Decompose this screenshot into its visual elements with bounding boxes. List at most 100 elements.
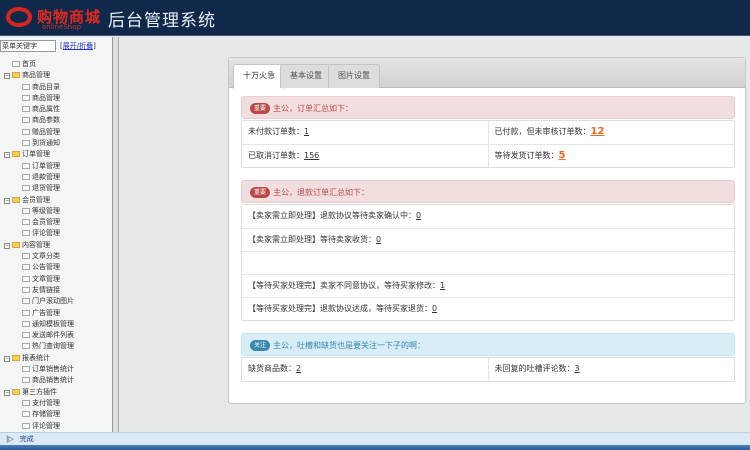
table-row: 【卖家需立即处理】等待卖家收货：0 [242,228,734,251]
menu-search-input[interactable]: 菜单关键字 [0,40,56,52]
menu-item[interactable]: 退货管理 [0,183,113,194]
stat-label: 【卖家需立即处理】退款协议等待卖家确认中： [248,211,416,220]
folder-icon [12,72,20,79]
collapse-toggle-icon[interactable]: − [4,389,10,396]
page-icon [22,173,30,180]
menu-item-label: 赠品管理 [32,127,60,136]
menu-item[interactable]: 评论管理 [0,228,113,239]
menu-item-label: 等级管理 [32,206,60,215]
menu-item[interactable]: 文章分类 [0,251,113,262]
collapse-toggle-icon[interactable]: − [4,242,10,249]
menu-item[interactable]: 商品管理 [0,93,113,104]
menu-item[interactable]: 订单管理 [0,161,113,172]
menu-item-label: 存储管理 [32,410,60,419]
menu-item-label: 订单管理 [22,150,50,159]
menu-item[interactable]: − 内容管理 [0,240,113,251]
expand-collapse-link[interactable]: 展开/折叠 [63,42,93,50]
stat-value-link[interactable]: 3 [575,364,580,373]
tab-urgent[interactable]: 十万火急 [233,64,285,89]
menu-item[interactable]: − 商品管理 [0,70,113,81]
menu-item[interactable]: 等级管理 [0,206,113,217]
menu-item-label: 报表统计 [22,353,50,362]
tab-basic-settings[interactable]: 基本设置 [280,64,332,88]
menu-item[interactable]: 会员管理 [0,217,113,228]
stat-value-link[interactable]: 2 [296,364,301,373]
tab-image-settings[interactable]: 图片设置 [328,64,380,88]
menu-item[interactable]: 商品属性 [0,104,113,115]
attention-badge: 关注 [250,340,271,351]
important-badge: 重要 [250,187,271,198]
stat-value-link[interactable]: 0 [376,235,381,244]
menu-item[interactable]: 通知模板管理 [0,319,113,330]
menu-item-label: 评论管理 [32,229,60,238]
menu-item[interactable]: 热门查询管理 [0,341,113,352]
refunds-table: 【卖家需立即处理】退款协议等待卖家确认中：0 【卖家需立即处理】等待卖家收货：0 【… [241,204,735,321]
menu-item[interactable]: 发送邮件列表 [0,330,113,341]
menu-item-label: 商品管理 [32,93,60,102]
menu-item[interactable]: 订单销售统计 [0,364,113,375]
stat-value-link[interactable]: 0 [432,304,437,313]
stat-value-link[interactable]: 12 [591,126,605,137]
page-icon [22,320,30,327]
menu-item[interactable]: − 订单管理 [0,149,113,160]
menu-item[interactable]: 商品销售统计 [0,375,113,386]
stat-value-link[interactable]: 5 [559,150,566,161]
status-icon: |▷ [6,435,14,443]
menu-item[interactable]: 首页 [0,59,113,70]
refunds-alert: 重要 主公，退款订单汇总如下： [241,180,735,203]
menu-item[interactable]: − 会员管理 [0,195,113,206]
page-icon [22,411,30,418]
stat-label: 未回复的吐槽评论数： [494,364,575,373]
menu-item[interactable]: 门户滚动图片 [0,296,113,307]
collapse-toggle-icon[interactable]: − [4,73,10,80]
stat-value-link[interactable]: 0 [416,211,421,220]
menu-item[interactable]: 广告管理 [0,308,113,319]
stat-value-link[interactable]: 1 [440,281,445,290]
taskbar [0,445,750,450]
stat-cell: 未回复的吐槽评论数：3 [487,358,735,381]
menu-item[interactable]: − 第三方插件 [0,387,113,398]
menu-item-label: 通知模板管理 [32,319,74,328]
stat-cell: 缺货商品数：2 [242,358,488,381]
menu-item-label: 订单销售统计 [32,365,74,374]
page-icon [22,162,30,169]
collapse-toggle-icon[interactable]: − [4,355,10,362]
menu-item[interactable]: 赠品管理 [0,127,113,138]
expand-collapse-toggle[interactable]: [展开/折叠] [60,41,96,51]
attention-title: 主公，吐槽和缺货也是要关注一下子的啊： [273,341,426,350]
menu-item[interactable]: 文章管理 [0,274,113,285]
menu-item-label: 文章分类 [32,252,60,261]
page-icon [22,298,30,305]
collapse-toggle-icon[interactable]: − [4,152,10,159]
logo: 购物商城 onlineShop [4,4,104,32]
status-text: 完成 [19,435,34,443]
stat-value-link[interactable]: 156 [304,151,319,160]
menu-item[interactable]: 存储管理 [0,409,113,420]
menu-item[interactable]: 公告管理 [0,262,113,273]
menu-item[interactable]: 评论管理 [0,421,113,432]
collapse-toggle-icon[interactable]: − [4,197,10,204]
menu-item[interactable]: 退款管理 [0,172,113,183]
menu-item-label: 商品管理 [22,71,50,80]
folder-icon [12,388,20,395]
menu-item-label: 商品目录 [32,82,60,91]
menu-item[interactable]: − 报表统计 [0,353,113,364]
tab-bar: 十万火急 基本设置 图片设置 [229,58,745,89]
stat-value-link[interactable]: 1 [304,127,309,136]
menu-item-label: 支付管理 [32,398,60,407]
page-icon [22,422,30,429]
menu-item[interactable]: 商品参数 [0,115,113,126]
stat-label: 【等待买家处理完】退款协议达成，等待买家退货： [248,304,432,313]
menu-item[interactable]: 支付管理 [0,398,113,409]
stat-cell [242,252,734,274]
menu-item[interactable]: 商品目录 [0,82,113,93]
menu-item-label: 文章管理 [32,274,60,283]
stat-cell: 【等待买家处理完】退款协议达成，等待买家退货：0 [242,298,734,320]
orders-alert: 重要 主公，订单汇总如下： [241,96,735,119]
sidebar-splitter[interactable] [113,37,119,432]
menu-item[interactable]: 友情链接 [0,285,113,296]
menu-item-label: 会员管理 [22,195,50,204]
menu-item[interactable]: 到货通知 [0,138,113,149]
menu-item-label: 退货管理 [32,184,60,193]
table-row: 【等待买家处理完】退款协议达成，等待买家退货：0 [242,297,734,320]
